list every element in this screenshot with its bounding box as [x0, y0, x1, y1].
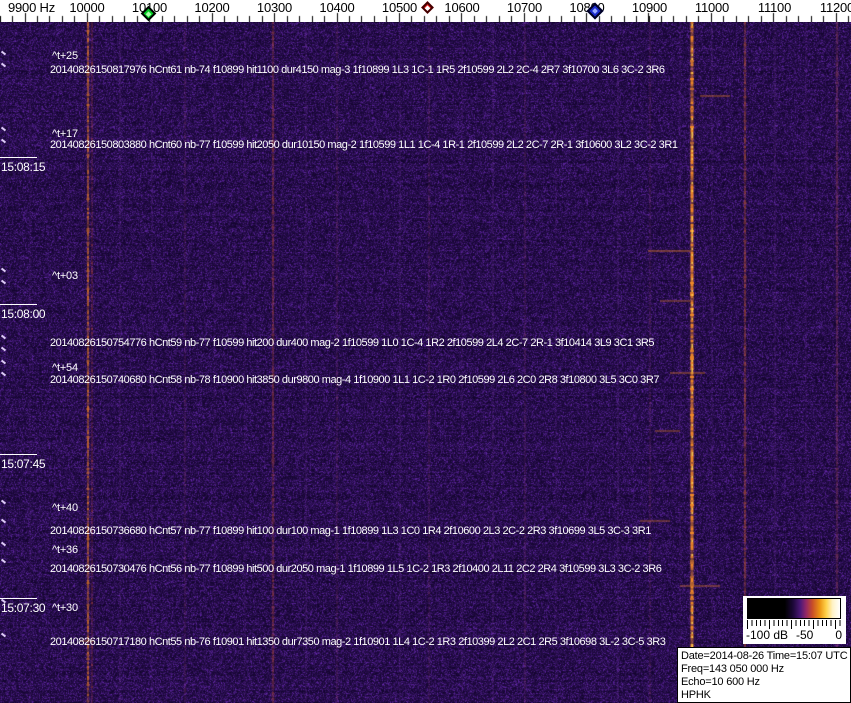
- time-axis-label: 15:08:00: [1, 307, 46, 321]
- red-diamond-marker-core: [424, 4, 430, 10]
- time-axis-label: 15:07:30: [1, 601, 46, 615]
- freq-axis-label: 10000: [69, 0, 105, 15]
- event-marker-label: ^t+25: [52, 50, 78, 62]
- green-diamond-marker-core: [145, 10, 151, 16]
- info-frequency: Freq=143 050 000 Hz: [681, 663, 784, 675]
- color-gradient-bar: [747, 598, 841, 619]
- freq-axis-label: 10900: [631, 0, 668, 15]
- freq-axis-label: 10600: [444, 0, 480, 15]
- db-color-scale: -100 dB -50 0: [743, 596, 846, 644]
- meteor-spectrogram-window: 9900 Hz100001010010200103001040010500106…: [0, 0, 851, 703]
- scale-max-label: 0: [835, 628, 842, 642]
- event-data-line: 20140826150736680 hCnt57 nb-77 f10899 hi…: [50, 525, 651, 537]
- time-axis-label: 15:08:15: [1, 160, 46, 174]
- event-data-line: 20140826150740680 hCnt58 nb-78 f10900 hi…: [50, 374, 659, 386]
- freq-axis-label: 11200: [819, 0, 851, 15]
- freq-axis-label: 10700: [506, 0, 543, 15]
- event-marker-label: ^t+40: [52, 502, 78, 514]
- event-data-line: 20140826150730476 hCnt56 nb-77 f10899 hi…: [50, 563, 662, 575]
- freq-axis-label: 10200: [194, 0, 230, 15]
- blue-diamond-marker-core: [592, 8, 598, 14]
- info-date-time: Date=2014-08-26 Time=15:07 UTC: [681, 650, 848, 662]
- spectrogram-canvas: [0, 22, 851, 703]
- event-marker-label: ^t+03: [52, 270, 78, 282]
- time-tick-rule: [0, 598, 37, 599]
- freq-axis-label: 10300: [256, 0, 293, 15]
- event-data-line: 20140826150803880 hCnt60 nb-77 f10599 hi…: [50, 139, 678, 151]
- freq-axis-label: 10400: [319, 0, 355, 15]
- event-data-line: 20140826150717180 hCnt55 nb-76 f10901 hi…: [50, 636, 666, 648]
- event-marker-label: ^t+54: [52, 362, 78, 374]
- event-data-line: 20140826150754776 hCnt59 nb-77 f10599 hi…: [50, 337, 655, 349]
- freq-axis-label: 9900 Hz: [8, 0, 56, 15]
- info-echo: Echo=10 600 Hz: [681, 676, 760, 688]
- time-tick-rule: [0, 304, 37, 305]
- scale-mid-label: -50: [796, 628, 814, 642]
- freq-axis-label: 11100: [757, 0, 792, 15]
- status-info-box: Date=2014-08-26 Time=15:07 UTC Freq=143 …: [677, 647, 851, 703]
- color-scale-labels: -100 dB -50 0: [743, 628, 846, 642]
- freq-axis-label: 11000: [694, 0, 730, 15]
- event-data-line: 20140826150817976 hCnt61 nb-74 f10899 hi…: [50, 64, 665, 76]
- info-station-id: HPHK: [681, 689, 711, 701]
- time-tick-rule: [0, 454, 37, 455]
- time-axis-label: 15:07:45: [1, 457, 46, 471]
- event-marker-label: ^t+30: [52, 602, 78, 614]
- freq-axis-label: 10500: [381, 0, 418, 15]
- scale-min-label: -100 dB: [746, 628, 789, 642]
- time-tick-rule: [0, 157, 37, 158]
- event-marker-label: ^t+36: [52, 544, 78, 556]
